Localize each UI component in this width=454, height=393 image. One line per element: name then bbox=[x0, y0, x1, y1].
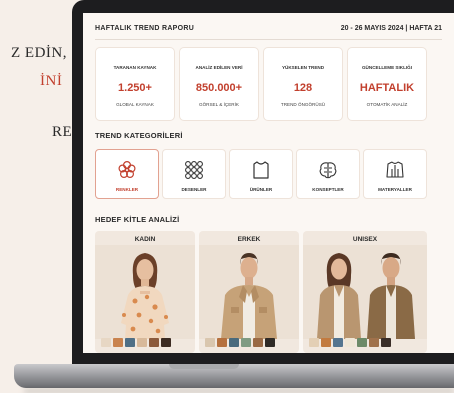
stat-label: TARANAN KAYNAK bbox=[113, 65, 157, 70]
swatch bbox=[241, 338, 251, 347]
left-text-line-1: Z EDİN, bbox=[11, 45, 67, 61]
swatch bbox=[125, 338, 135, 347]
left-text-line-3: RE bbox=[52, 124, 73, 140]
color-swatches bbox=[205, 338, 275, 347]
stat-value: HAFTALIK bbox=[359, 82, 415, 94]
pattern-grid-icon bbox=[185, 161, 203, 179]
swatch bbox=[357, 338, 367, 347]
stat-sub: GÖRSEL & İÇERİK bbox=[199, 102, 239, 107]
model-photo-unisex bbox=[303, 245, 427, 339]
swatch bbox=[205, 338, 215, 347]
category-label: KONSEPTLER bbox=[312, 187, 344, 192]
left-text-line-2: İNİ bbox=[40, 73, 63, 89]
audience-title: HEDEF KİTLE ANALİZİ bbox=[95, 215, 180, 224]
audience-label: ERKEK bbox=[237, 236, 261, 243]
swatch bbox=[113, 338, 123, 347]
categories-row: RENKLER DESENLER ÜRÜNLER KONSEPTLER MATE… bbox=[95, 149, 427, 199]
category-materials[interactable]: MATERYALLER bbox=[363, 149, 427, 199]
model-photo-men bbox=[199, 245, 299, 339]
laptop-shadow bbox=[24, 388, 454, 393]
report-title: HAFTALIK TREND RAPORU bbox=[95, 25, 195, 32]
color-swatches bbox=[309, 338, 391, 347]
report-date: 20 - 26 MAYIS 2024 | HAFTA 21 bbox=[340, 25, 442, 32]
audience-card-unisex[interactable]: UNISEX bbox=[303, 231, 427, 353]
category-colors[interactable]: RENKLER bbox=[95, 149, 159, 199]
swatch bbox=[229, 338, 239, 347]
category-products[interactable]: ÜRÜNLER bbox=[229, 149, 293, 199]
categories-title: TREND KATEGORİLERİ bbox=[95, 131, 183, 140]
audience-label: UNISEX bbox=[352, 236, 378, 243]
audience-row: KADIN ERKEK UNISEX bbox=[95, 231, 427, 353]
shirt-icon bbox=[253, 161, 269, 179]
swatch bbox=[137, 338, 147, 347]
stat-label: ANALİZ EDİLEN VERİ bbox=[195, 65, 243, 70]
report-header: HAFTALIK TREND RAPORU 20 - 26 MAYIS 2024… bbox=[95, 25, 442, 39]
audience-card-women[interactable]: KADIN bbox=[95, 231, 195, 353]
left-panel: Z EDİN, İNİ RE bbox=[0, 0, 80, 393]
brain-icon bbox=[319, 162, 337, 179]
stat-value: 1.250+ bbox=[118, 82, 152, 94]
swatch bbox=[309, 338, 319, 347]
stat-card-frequency: GÜNCELLEME SIKLIĞI HAFTALIK OTOMATİK ANA… bbox=[347, 47, 427, 121]
model-photo-women bbox=[95, 245, 195, 339]
category-label: MATERYALLER bbox=[378, 187, 412, 192]
stat-sub: OTOMATİK ANALİZ bbox=[366, 102, 408, 107]
swatch bbox=[149, 338, 159, 347]
category-label: RENKLER bbox=[115, 187, 139, 192]
category-label: ÜRÜNLER bbox=[249, 187, 273, 192]
stat-label: YÜKSELEN TREND bbox=[281, 65, 325, 70]
stat-card-sources: TARANAN KAYNAK 1.250+ GLOBAL KAYNAK bbox=[95, 47, 175, 121]
swatch bbox=[101, 338, 111, 347]
stat-label: GÜNCELLEME SIKLIĞI bbox=[361, 65, 413, 70]
stat-value: 850.000+ bbox=[195, 82, 243, 94]
header-divider bbox=[95, 39, 442, 40]
swatch bbox=[345, 338, 355, 347]
dashboard-screen: HAFTALIK TREND RAPORU 20 - 26 MAYIS 2024… bbox=[83, 13, 454, 353]
swatch bbox=[253, 338, 263, 347]
stat-card-trends: YÜKSELEN TREND 128 TREND ÖNGÖRÜSÜ bbox=[263, 47, 343, 121]
category-patterns[interactable]: DESENLER bbox=[162, 149, 226, 199]
jacket-icon bbox=[386, 161, 404, 178]
laptop-base bbox=[14, 364, 454, 393]
laptop-notch bbox=[169, 364, 239, 369]
stat-sub: GLOBAL KAYNAK bbox=[116, 102, 154, 107]
swatch bbox=[161, 338, 171, 347]
swatch bbox=[265, 338, 275, 347]
swatch bbox=[369, 338, 379, 347]
stat-card-analyzed: ANALİZ EDİLEN VERİ 850.000+ GÖRSEL & İÇE… bbox=[179, 47, 259, 121]
stat-value: 128 bbox=[293, 82, 313, 94]
flower-icon bbox=[118, 160, 136, 179]
swatch bbox=[321, 338, 331, 347]
color-swatches bbox=[101, 338, 171, 347]
stat-sub: TREND ÖNGÖRÜSÜ bbox=[280, 102, 326, 107]
swatch bbox=[333, 338, 343, 347]
audience-label: KADIN bbox=[134, 236, 156, 243]
category-label: DESENLER bbox=[181, 187, 207, 192]
swatch bbox=[381, 338, 391, 347]
swatch bbox=[217, 338, 227, 347]
stats-row: TARANAN KAYNAK 1.250+ GLOBAL KAYNAK ANAL… bbox=[95, 47, 427, 121]
audience-card-men[interactable]: ERKEK bbox=[199, 231, 299, 353]
category-concepts[interactable]: KONSEPTLER bbox=[296, 149, 360, 199]
